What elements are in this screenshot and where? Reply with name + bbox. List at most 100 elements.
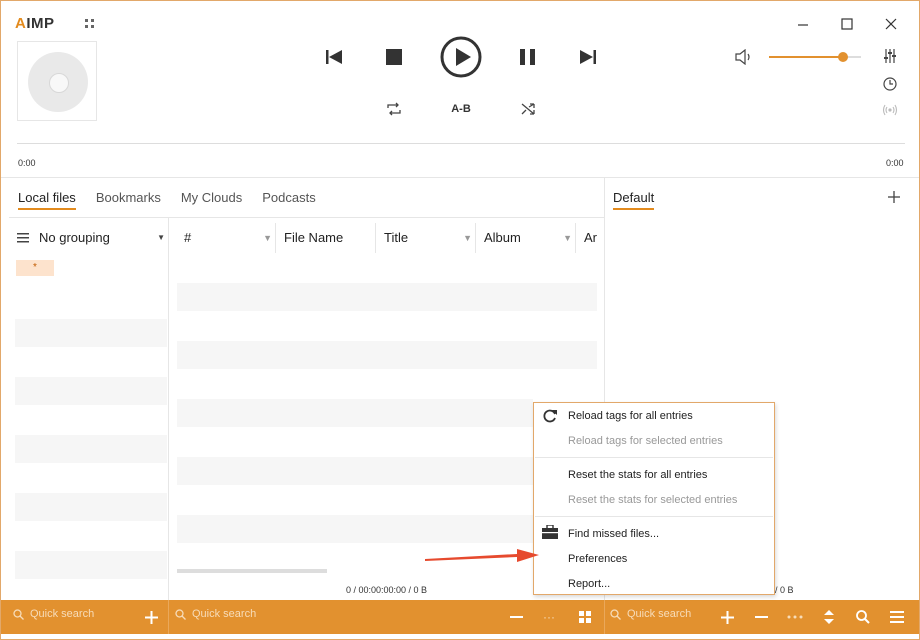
playlist-status-right: / 0 B	[775, 585, 794, 595]
more-button[interactable]: ···	[538, 600, 560, 634]
plus-icon	[144, 610, 158, 624]
scheduler-button[interactable]	[881, 75, 899, 93]
minus-icon	[754, 615, 768, 618]
tab-local-files[interactable]: Local files	[18, 190, 76, 210]
table-row	[177, 457, 533, 485]
filter-icon[interactable]: ▼	[463, 233, 472, 243]
pause-button[interactable]	[517, 46, 539, 68]
add-files-button[interactable]	[141, 600, 161, 634]
column-header-title[interactable]: Title ▼	[384, 230, 472, 245]
plus-icon	[888, 191, 900, 203]
next-button[interactable]	[577, 46, 599, 68]
previous-icon	[326, 50, 342, 64]
speaker-icon	[735, 49, 750, 65]
menu-item-find-missed-files[interactable]: Find missed files...	[568, 528, 659, 540]
group-filter-chip[interactable]: *	[16, 260, 54, 276]
column-divider	[575, 223, 576, 253]
total-time: 0:00	[886, 158, 904, 168]
volume-slider[interactable]	[769, 52, 861, 62]
pane-divider	[168, 217, 169, 600]
filter-icon[interactable]: ▼	[563, 233, 572, 243]
ab-repeat-button[interactable]: A-B	[447, 99, 475, 119]
table-row	[177, 341, 597, 369]
shuffle-button[interactable]	[518, 99, 538, 119]
view-mode-button[interactable]	[575, 600, 595, 634]
hamburger-icon	[890, 611, 904, 623]
tab-my-clouds[interactable]: My Clouds	[181, 190, 242, 210]
chevron-down-icon: ▼	[157, 233, 165, 242]
seek-bar[interactable]	[17, 143, 905, 144]
repeat-icon	[387, 102, 401, 116]
menu-item-reload-tags-selected: Reload tags for selected entries	[568, 435, 723, 447]
volume-button[interactable]	[734, 47, 754, 67]
maximize-icon	[841, 18, 853, 30]
album-cover	[17, 41, 97, 121]
minimize-button[interactable]	[793, 15, 813, 35]
add-playlist-button[interactable]	[885, 188, 903, 206]
list-item	[15, 377, 167, 405]
remove-button[interactable]	[506, 600, 526, 634]
close-icon	[885, 18, 897, 30]
play-button[interactable]	[440, 36, 482, 78]
column-header-artist[interactable]: Ar	[584, 230, 602, 245]
tab-podcasts[interactable]: Podcasts	[262, 190, 315, 210]
search-icon	[610, 608, 621, 620]
table-row	[177, 399, 533, 427]
grouping-selector[interactable]: No grouping ▼	[17, 230, 165, 245]
menu-item-report[interactable]: Report...	[568, 578, 610, 590]
quick-search-table[interactable]: Quick search	[175, 608, 325, 620]
menu-item-reset-stats-selected: Reset the stats for selected entries	[568, 494, 738, 506]
previous-button[interactable]	[323, 46, 345, 68]
maximize-button[interactable]	[837, 14, 857, 34]
search-icon	[175, 608, 186, 620]
disc-icon	[28, 52, 88, 112]
refresh-icon	[543, 409, 557, 423]
equalizer-button[interactable]	[881, 47, 899, 65]
tab-bookmarks[interactable]: Bookmarks	[96, 190, 161, 210]
menu-item-reload-tags-all[interactable]: Reload tags for all entries	[568, 410, 693, 422]
column-header-number[interactable]: # ▼	[184, 230, 272, 245]
volume-knob[interactable]	[837, 52, 848, 62]
add-to-playlist-button[interactable]	[717, 600, 737, 634]
quick-search-playlist[interactable]: Quick search	[610, 608, 710, 620]
aimp-window: AIMP A-B 0:00 0:00 Local files Bookmarks…	[0, 0, 920, 640]
column-header-file-name[interactable]: File Name	[284, 230, 372, 245]
playlist-more-button[interactable]	[785, 600, 805, 634]
divider	[9, 217, 604, 218]
horizontal-scrollbar[interactable]	[177, 569, 327, 573]
menu-item-reset-stats-all[interactable]: Reset the stats for all entries	[568, 469, 707, 481]
tab-default-playlist[interactable]: Default	[613, 190, 655, 210]
table-row	[177, 515, 533, 543]
shuffle-icon	[521, 103, 535, 115]
broadcast-icon	[882, 104, 898, 116]
minimize-icon	[798, 24, 808, 26]
radio-button[interactable]	[881, 101, 899, 119]
grid-icon	[579, 611, 591, 623]
bottom-toolbar: Quick search Quick search ··· Quick sear…	[1, 600, 919, 634]
close-button[interactable]	[881, 14, 901, 34]
menu-item-preferences[interactable]: Preferences	[568, 553, 627, 565]
toolbar-divider	[604, 600, 605, 634]
search-button[interactable]	[853, 600, 873, 634]
app-logo: AIMP	[15, 15, 55, 32]
remove-from-playlist-button[interactable]	[751, 600, 771, 634]
column-divider	[275, 223, 276, 253]
column-header-album[interactable]: Album ▼	[484, 230, 572, 245]
repeat-button[interactable]	[384, 99, 404, 119]
elapsed-time: 0:00	[18, 158, 36, 168]
library-tabs: Local files Bookmarks My Clouds Podcasts	[18, 190, 316, 210]
list-item	[15, 319, 167, 347]
plus-icon	[720, 610, 734, 624]
menu-separator	[535, 457, 773, 458]
main-menu-grip-icon[interactable]	[85, 19, 95, 29]
column-divider	[475, 223, 476, 253]
stop-icon	[386, 49, 402, 65]
toolbar-divider	[168, 600, 169, 634]
stop-button[interactable]	[383, 46, 405, 68]
search-icon	[856, 610, 870, 624]
sort-button[interactable]	[819, 600, 839, 634]
clock-icon	[883, 77, 897, 91]
list-item	[15, 435, 167, 463]
menu-button[interactable]	[887, 600, 907, 634]
filter-icon[interactable]: ▼	[263, 233, 272, 243]
